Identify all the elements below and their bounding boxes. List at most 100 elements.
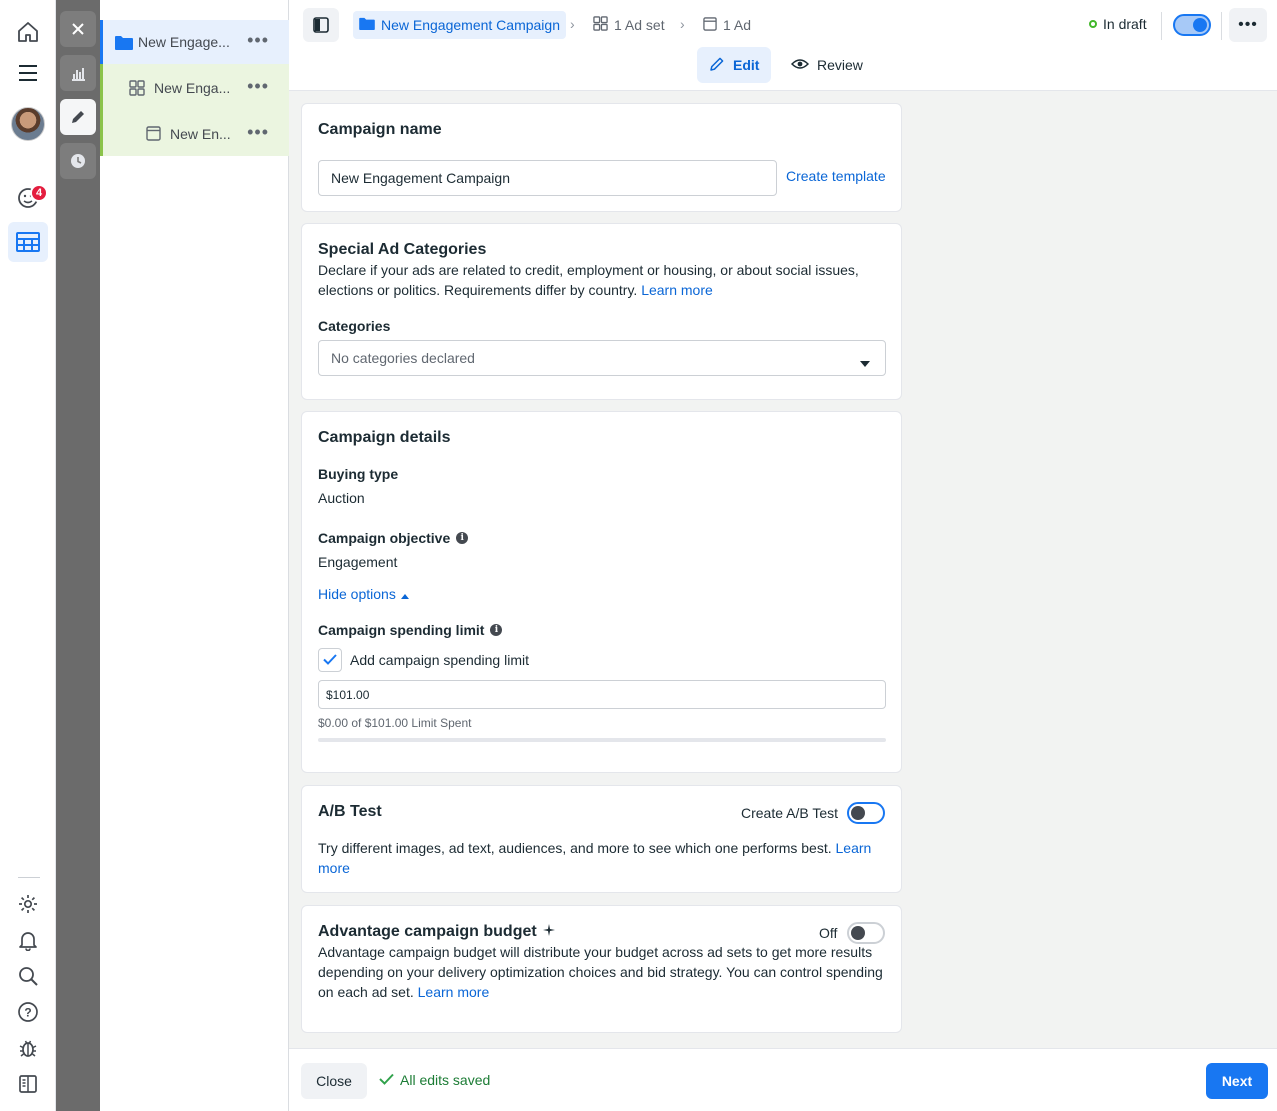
objective-value: Engagement — [318, 554, 398, 570]
settings-icon[interactable] — [8, 884, 48, 924]
editor-header: New Engagement Campaign › 1 Ad set › 1 A… — [289, 0, 1277, 91]
categories-dropdown[interactable]: No categories declared — [318, 340, 886, 376]
edit-pencil-icon[interactable] — [60, 99, 96, 135]
spending-limit-checkbox[interactable] — [318, 648, 342, 672]
search-icon[interactable] — [8, 956, 48, 996]
campaign-on-off-toggle[interactable] — [1173, 14, 1211, 36]
caret-up-icon — [400, 586, 409, 602]
grid-icon — [593, 16, 608, 34]
categories-value: No categories declared — [331, 350, 475, 366]
tab-edit[interactable]: Edit — [697, 47, 772, 83]
learn-more-link[interactable]: Learn more — [641, 282, 713, 298]
info-icon[interactable]: i — [456, 532, 469, 544]
help-icon[interactable]: ? — [8, 992, 48, 1032]
tree-item-label: New Enga... — [154, 80, 231, 96]
checkmark-icon — [323, 652, 337, 668]
spending-checkbox-label: Add campaign spending limit — [350, 652, 529, 668]
create-template-link[interactable]: Create template — [786, 168, 886, 184]
description-text: Try different images, ad text, audiences… — [318, 840, 832, 856]
chart-icon[interactable] — [60, 55, 96, 91]
advantage-title: Advantage campaign budget — [318, 923, 555, 941]
breadcrumb-ad[interactable]: 1 Ad — [703, 11, 751, 39]
buying-type-label: Buying type — [318, 466, 399, 482]
campaign-name-input[interactable]: New Engagement Campaign — [318, 160, 777, 196]
editor-toolstrip — [56, 0, 100, 1111]
section-title: Campaign details — [318, 429, 451, 446]
more-options-icon[interactable]: ••• — [247, 31, 269, 49]
history-clock-icon[interactable] — [60, 143, 96, 179]
hide-options-link[interactable]: Hide options — [318, 586, 409, 602]
menu-icon[interactable] — [8, 53, 48, 93]
caret-down-icon — [859, 355, 871, 371]
draft-status: In draft — [1089, 16, 1147, 32]
next-button[interactable]: Next — [1206, 1063, 1268, 1099]
spending-limit-label: Campaign spending limit i — [318, 622, 503, 638]
label-text: Campaign spending limit — [318, 622, 485, 638]
ab-toggle-label: Create A/B Test — [741, 805, 839, 821]
save-status: All edits saved — [379, 1072, 490, 1088]
special-description: Declare if your ads are related to credi… — [318, 260, 878, 300]
limit-spent-progress — [318, 738, 886, 742]
close-button[interactable]: Close — [301, 1063, 367, 1099]
section-title: A/B Test — [318, 803, 382, 820]
learn-more-link[interactable]: Learn more — [418, 984, 490, 1000]
tree-item-ad[interactable]: New En... ••• — [100, 112, 289, 156]
bug-icon[interactable] — [8, 1028, 48, 1068]
ab-test-toggle[interactable] — [847, 802, 885, 824]
breadcrumb-label: New Engagement Campaign — [381, 17, 560, 33]
advantage-budget-toggle[interactable] — [847, 922, 885, 944]
link-label: Hide options — [318, 586, 396, 602]
more-options-icon[interactable]: ••• — [247, 77, 269, 95]
breadcrumb-separator: › — [570, 16, 575, 32]
ads-manager-icon[interactable] — [8, 222, 48, 262]
buying-type-value: Auction — [318, 490, 365, 506]
section-title: Campaign name — [318, 121, 442, 138]
breadcrumb-campaign[interactable]: New Engagement Campaign — [353, 11, 566, 39]
ad-icon — [703, 16, 717, 34]
breadcrumb-adset[interactable]: 1 Ad set — [593, 11, 665, 39]
header-divider — [1161, 12, 1162, 40]
breadcrumb-label: 1 Ad set — [614, 17, 665, 33]
panel-toggle-icon[interactable] — [8, 1064, 48, 1104]
editor-footer: Close All edits saved Next — [289, 1048, 1277, 1111]
close-icon[interactable] — [60, 11, 96, 47]
breadcrumb-label: 1 Ad — [723, 17, 752, 33]
limit-spent-text: $0.00 of $101.00 Limit Spent — [318, 716, 472, 730]
notification-badge: 4 — [30, 184, 49, 202]
section-title: Advantage campaign budget — [318, 923, 537, 940]
more-options-icon[interactable]: ••• — [247, 123, 269, 141]
categories-label: Categories — [318, 318, 391, 334]
spending-limit-input[interactable]: $101.00 — [318, 680, 886, 709]
grid-icon — [129, 80, 145, 99]
tree-item-campaign[interactable]: New Engage... ••• — [100, 20, 289, 64]
description-text: Declare if your ads are related to credi… — [318, 262, 859, 298]
ab-test-card: A/B Test Create A/B Test Try different i… — [301, 785, 902, 893]
more-options-button[interactable]: ••• — [1229, 8, 1267, 42]
ab-description: Try different images, ad text, audiences… — [318, 838, 883, 878]
tab-review[interactable]: Review — [779, 47, 875, 83]
avatar[interactable] — [11, 107, 45, 141]
special-ad-categories-card: Special Ad Categories Declare if your ad… — [301, 223, 902, 400]
section-title: Special Ad Categories — [318, 241, 487, 258]
tab-label: Review — [817, 57, 863, 73]
rail-divider — [18, 877, 40, 878]
folder-icon — [115, 35, 133, 53]
ad-icon — [146, 126, 161, 144]
objective-label: Campaign objective i — [318, 530, 469, 546]
draft-status-dot — [1089, 20, 1097, 28]
main-editor: New Engagement Campaign › 1 Ad set › 1 A… — [289, 0, 1277, 1111]
campaign-name-card: Campaign name New Engagement Campaign Cr… — [301, 103, 902, 212]
home-icon[interactable] — [8, 12, 48, 52]
save-status-text: All edits saved — [400, 1072, 491, 1088]
description-text: Advantage campaign budget will distribut… — [318, 944, 883, 1000]
bell-icon[interactable] — [8, 920, 48, 960]
campaign-tree-panel: New Engage... ••• New Enga... ••• New En… — [100, 0, 289, 1111]
breadcrumb-separator: › — [680, 16, 685, 32]
pencil-icon — [709, 56, 725, 75]
header-divider — [1221, 12, 1222, 40]
tree-item-adset[interactable]: New Enga... ••• — [100, 66, 289, 110]
tab-label: Edit — [733, 57, 760, 73]
folder-icon — [359, 17, 375, 33]
sidebar-toggle-button[interactable] — [303, 8, 339, 42]
info-icon[interactable]: i — [490, 624, 503, 636]
